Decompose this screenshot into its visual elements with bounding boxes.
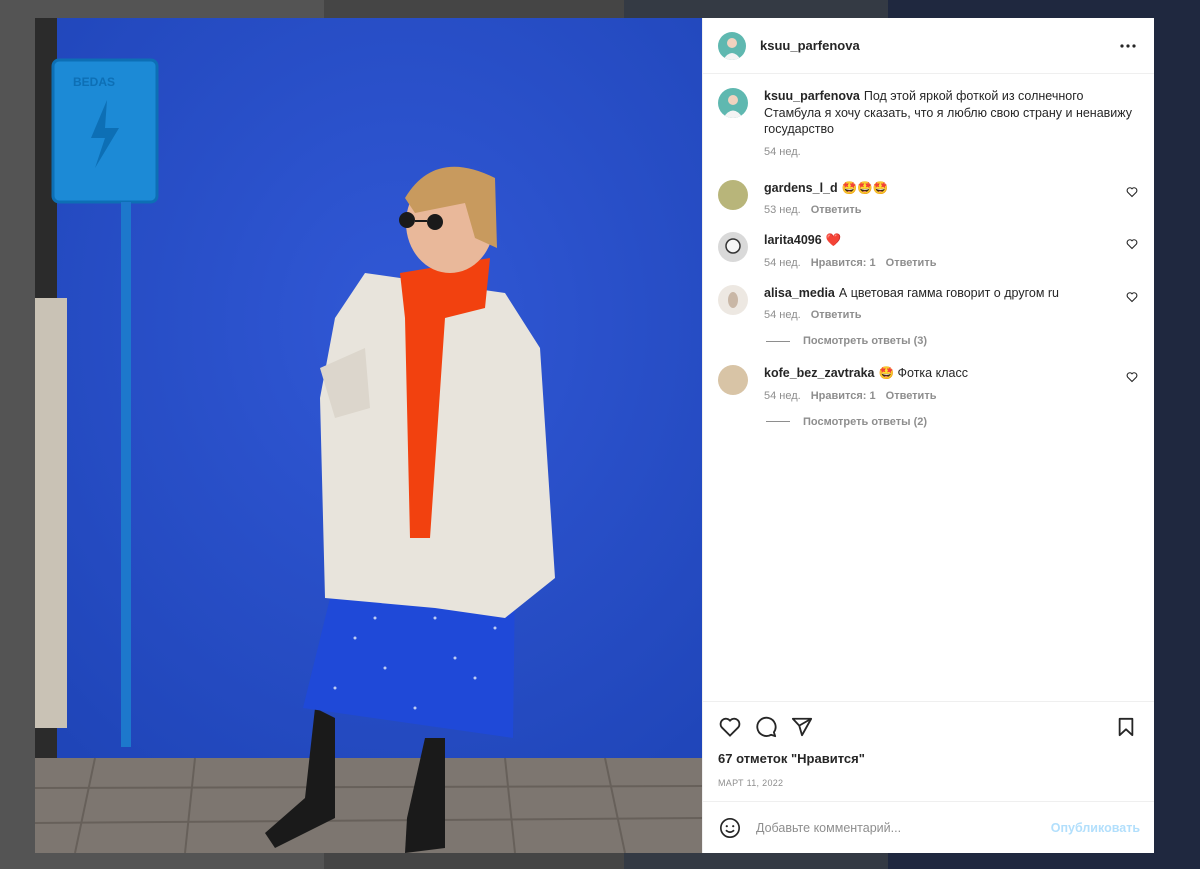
reply-button[interactable]: Ответить — [886, 390, 937, 402]
reply-button[interactable]: Ответить — [811, 309, 862, 321]
replies-line — [766, 421, 790, 422]
comment-time[interactable]: 53 нед. — [764, 204, 801, 216]
comment-item: alisa_media А цветовая гамма говорит о др… — [718, 284, 1138, 321]
comment-like-icon[interactable] — [1126, 238, 1138, 250]
comments-list: ksuu_parfenova Под этой яркой фоткой из с… — [703, 74, 1154, 701]
comment-item: larita4096 ❤️ 54 нед. Нравится: 1 Ответит… — [718, 232, 1138, 269]
comment-like-icon[interactable] — [1126, 186, 1138, 198]
post-caption: ksuu_parfenova Под этой яркой фоткой из с… — [718, 88, 1138, 158]
comment-like-icon[interactable] — [1126, 291, 1138, 303]
paper-plane-icon[interactable] — [790, 715, 814, 739]
post-side-panel: ksuu_parfenova ksuu_parfenova Под этой яр… — [702, 18, 1154, 853]
comment-text: 🤩🤩🤩 — [841, 180, 889, 195]
comment-author[interactable]: gardens_l_d — [764, 181, 838, 195]
more-horizontal-icon[interactable] — [1116, 34, 1140, 58]
post-date[interactable]: МАРТ 11, 2022 — [718, 778, 1138, 788]
comment-author[interactable]: kofe_bez_zavtraka — [764, 366, 874, 380]
commenter-avatar[interactable] — [718, 284, 748, 315]
replies-line — [766, 340, 790, 342]
comment-item: gardens_l_d 🤩🤩🤩 53 нед. Ответить — [718, 179, 1138, 216]
author-avatar[interactable] — [718, 31, 746, 60]
publish-button[interactable]: Опубликовать — [1051, 821, 1140, 835]
comment-author[interactable]: alisa_media — [764, 286, 835, 300]
commenter-avatar[interactable] — [718, 179, 748, 210]
post-photo[interactable]: BEDAS — [35, 18, 702, 853]
post-modal: BEDAS ksuu_parfenova ksuu_parfenova Под … — [35, 18, 1154, 853]
comment-time[interactable]: 54 нед. — [764, 257, 801, 269]
comment-likes[interactable]: Нравится: 1 — [811, 390, 876, 402]
add-comment-bar: Опубликовать — [703, 801, 1154, 853]
comment-author[interactable]: larita4096 — [764, 233, 822, 247]
reply-button[interactable]: Ответить — [886, 257, 937, 269]
author-username[interactable]: ksuu_parfenova — [760, 38, 860, 53]
reply-button[interactable]: Ответить — [811, 204, 862, 216]
post-actions: 67 отметок "Нравится" МАРТ 11, 2022 — [703, 701, 1154, 801]
view-replies-button[interactable]: Посмотреть ответы (2) — [766, 416, 1138, 428]
likes-count[interactable]: 67 отметок "Нравится" — [718, 751, 1138, 766]
box-sign: BEDAS — [73, 75, 115, 89]
caption-time[interactable]: 54 нед. — [764, 146, 801, 158]
commenter-avatar[interactable] — [718, 365, 748, 395]
view-replies-button[interactable]: Посмотреть ответы (3) — [766, 335, 1138, 347]
caption-author[interactable]: ksuu_parfenova — [764, 89, 860, 103]
comment-time[interactable]: 54 нед. — [764, 309, 801, 321]
comment-input[interactable] — [756, 820, 1051, 835]
comment-text: 🤩 Фотка класс — [878, 366, 968, 380]
comment-text: А цветовая гамма говорит о другом ru — [838, 285, 1059, 300]
bookmark-icon[interactable] — [1114, 715, 1138, 739]
comment-time[interactable]: 54 нед. — [764, 390, 801, 402]
heart-icon[interactable] — [718, 715, 742, 739]
author-avatar[interactable] — [718, 88, 748, 118]
comment-likes[interactable]: Нравится: 1 — [811, 257, 876, 269]
post-header: ksuu_parfenova — [703, 18, 1154, 74]
comment-item: kofe_bez_zavtraka 🤩 Фотка класс 54 нед. Н… — [718, 365, 1138, 402]
comment-text: ❤️ — [825, 233, 842, 247]
commenter-avatar[interactable] — [718, 232, 748, 262]
smiley-icon[interactable] — [718, 816, 742, 840]
comment-bubble-icon[interactable] — [754, 715, 778, 739]
comment-like-icon[interactable] — [1126, 371, 1138, 383]
